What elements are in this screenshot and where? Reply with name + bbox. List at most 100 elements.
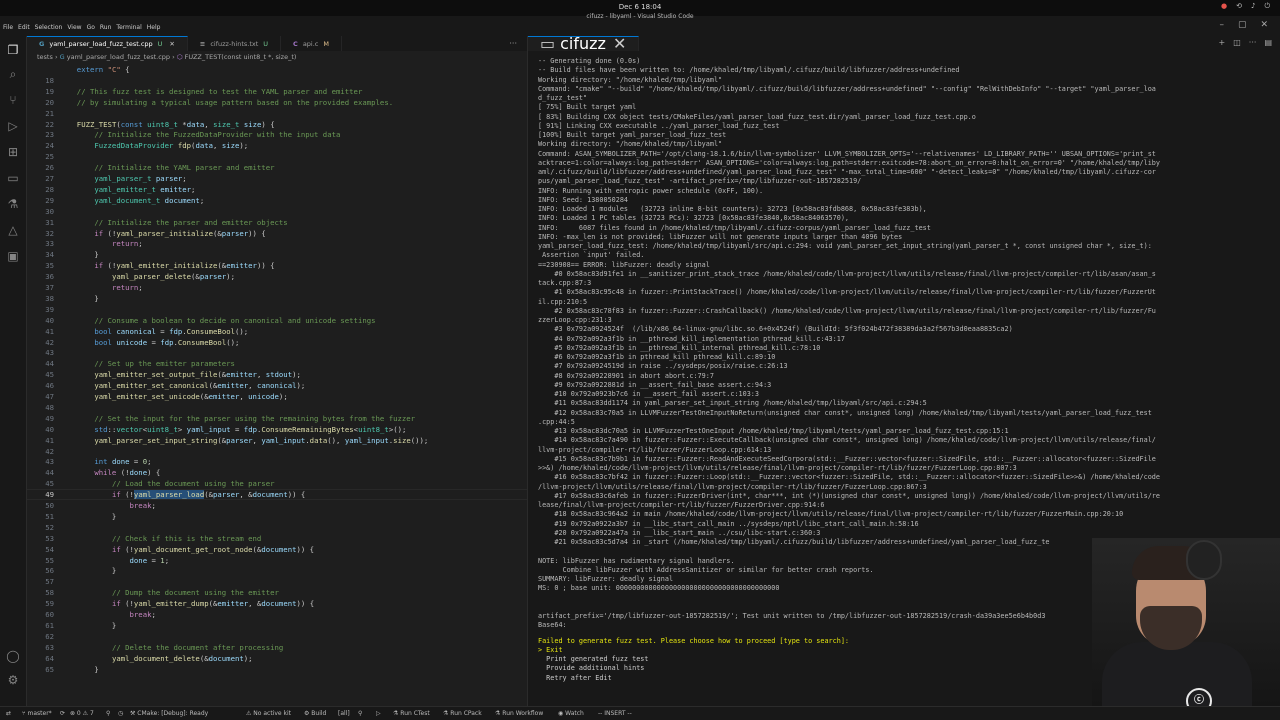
prompt-option[interactable]: > Exit [538,646,563,654]
more-actions-icon[interactable]: ··· [1249,38,1257,47]
code-line[interactable]: // This fuzz test is designed to test th… [68,87,363,96]
code-line[interactable]: yaml_emitter_set_canonical(&emitter, can… [68,381,305,390]
line-number[interactable]: 62 [27,632,54,641]
code-line[interactable]: while (!done) { [68,468,160,477]
kit-status[interactable]: ⚠ No active kit [246,710,291,717]
code-line[interactable]: if (!yaml_document_get_root_node(&docume… [68,545,314,554]
line-number[interactable]: 59 [27,599,54,608]
menu-view[interactable]: View [67,24,81,31]
code-line[interactable]: // Check if this is the stream end [68,534,261,543]
search-icon[interactable]: ⌕ [5,66,21,82]
code-line[interactable]: } [68,621,116,630]
line-number[interactable]: 36 [27,272,54,281]
line-number[interactable]: 49 [27,490,54,499]
menu-go[interactable]: Go [87,24,95,31]
code-line[interactable]: // Load the document using the parser [68,479,275,488]
line-number[interactable]: 52 [27,523,54,532]
code-line[interactable]: FuzzedDataProvider fdp(data, size); [68,141,248,150]
line-number[interactable]: 25 [27,152,54,161]
code-line[interactable]: yaml_emitter_set_unicode(&emitter, unico… [68,392,287,401]
tab-api-c[interactable]: C api.c M [281,36,342,51]
code-line[interactable]: yaml_parser_delete(&parser); [68,272,235,281]
maximize-icon[interactable]: ▢ [1238,20,1247,30]
line-number[interactable]: 56 [27,566,54,575]
debug-icon[interactable]: ⚲ [358,710,362,717]
line-number[interactable]: 31 [27,218,54,227]
code-line[interactable]: yaml_parser_t parser; [68,174,186,183]
breadcrumb-symbol[interactable]: FUZZ_TEST(const uint8_t *, size_t) [185,53,297,61]
breadcrumb-folder[interactable]: tests [37,53,53,61]
prompt-option[interactable]: Retry after Edit [538,674,612,682]
line-number[interactable]: 19 [27,87,54,96]
code-line[interactable]: break; [68,501,156,510]
code-line[interactable]: } [68,294,98,303]
line-number[interactable]: 43 [27,457,54,466]
line-number[interactable]: 30 [27,207,54,216]
run-debug-icon[interactable]: ▷ [5,118,21,134]
line-number[interactable]: 22 [27,120,54,129]
prompt-option[interactable]: Provide additional hints [538,664,644,672]
breadcrumb-file[interactable]: yaml_parser_load_fuzz_test.cpp [67,53,170,61]
line-number[interactable]: 42 [27,338,54,347]
close-icon[interactable]: ✕ [1260,20,1268,30]
source-control-icon[interactable]: ⑂ [5,92,21,108]
more-actions-icon[interactable]: ··· [509,39,517,48]
code-line[interactable]: yaml_emitter_t emitter; [68,185,195,194]
tab-cifuzz-terminal[interactable]: ▭ cifuzz ✕ [528,36,640,52]
line-number[interactable]: 20 [27,98,54,107]
code-line[interactable]: // Dump the document using the emitter [68,588,279,597]
volume-icon[interactable]: ♪ [1251,2,1255,11]
code-line[interactable]: yaml_emitter_set_output_file(&emitter, s… [68,370,301,379]
build-target[interactable]: [all] [338,710,350,717]
code-line[interactable]: return; [68,283,143,292]
line-number[interactable]: 49 [27,414,54,423]
line-number[interactable]: 44 [27,359,54,368]
code-line[interactable]: int done = 0; [68,457,151,466]
os-tray[interactable]: ● ⟲ ♪ ⏻ [1221,2,1270,11]
cmake-icon[interactable]: △ [5,222,21,238]
line-number[interactable]: 44 [27,468,54,477]
line-number[interactable]: 48 [27,403,54,412]
code-line[interactable]: // Initialize the parser and emitter obj… [68,218,287,227]
line-number[interactable]: 35 [27,261,54,270]
code-line[interactable]: if (!yaml_emitter_dump(&emitter, &docume… [68,599,314,608]
minimize-icon[interactable]: – [1219,20,1224,30]
line-number[interactable]: 45 [27,479,54,488]
remote-icon[interactable]: ⇄ [6,710,11,717]
line-number[interactable]: 54 [27,545,54,554]
remote-explorer-icon[interactable]: ▭ [5,170,21,186]
workflow-button[interactable]: ⚗ Run Workflow [495,710,543,717]
line-number[interactable]: 34 [27,250,54,259]
account-icon[interactable]: ◯ [5,648,21,664]
line-number[interactable]: 45 [27,370,54,379]
code-line[interactable]: bool unicode = fdp.ConsumeBool(); [68,338,239,347]
code-line[interactable]: } [68,566,116,575]
line-number[interactable]: 18 [27,76,54,85]
code-line[interactable]: // Set up the emitter parameters [68,359,235,368]
problems-indicator[interactable]: ⊗ 0 ⚠ 7 [70,710,94,717]
line-number[interactable]: 58 [27,588,54,597]
code-line[interactable]: std::vector<uint8_t> yaml_input = fdp.Co… [68,425,406,434]
line-number[interactable]: 61 [27,621,54,630]
code-line[interactable]: // Initialize the FuzzedDataProvider wit… [68,130,340,139]
line-number[interactable]: 23 [27,130,54,139]
docker-icon[interactable]: ▣ [5,248,21,264]
code-line[interactable]: } [68,250,98,259]
line-number[interactable]: 60 [27,610,54,619]
code-line[interactable]: FUZZ_TEST(const uint8_t *data, size_t si… [68,120,275,129]
line-number[interactable]: 57 [27,577,54,586]
line-number[interactable]: 50 [27,501,54,510]
line-number[interactable]: 64 [27,654,54,663]
code-line[interactable]: yaml_parser_set_input_string(&parser, ya… [68,436,428,445]
ports-icon[interactable]: ⚲ [106,710,110,717]
menu-selection[interactable]: Selection [35,24,63,31]
prompt-option[interactable]: Print generated fuzz test [538,655,648,663]
line-number[interactable]: 55 [27,556,54,565]
code-line[interactable]: // Initialize the YAML parser and emitte… [68,163,274,172]
code-line[interactable]: done = 1; [68,556,170,565]
code-line[interactable]: } [68,665,98,674]
testing-icon[interactable]: ⚗ [5,196,21,212]
explorer-icon[interactable]: ❐ [5,42,21,58]
cmake-status[interactable]: ⚒ CMake: [Debug]: Ready [130,710,208,717]
line-number[interactable]: 28 [27,185,54,194]
